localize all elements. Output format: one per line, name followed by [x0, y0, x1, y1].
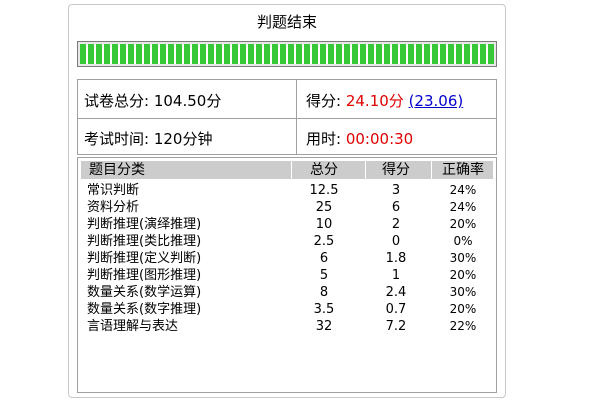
category-score: 2: [391, 217, 401, 232]
earned-score-label: 得分:: [306, 92, 342, 110]
stats-header: 题目分类 总分 得分 正确率: [81, 161, 493, 179]
category-rate: 30%: [449, 251, 477, 265]
category-score: 1: [391, 268, 401, 283]
summary-row-time: 考试时间: 120分钟 用时: 00:00:30: [78, 118, 496, 156]
category-name: 数量关系(数学运算): [87, 285, 202, 300]
table-row[interactable]: 判断推理(演绎推理) 10 2 20%: [81, 216, 493, 233]
table-row[interactable]: 判断推理(类比推理) 2.5 0 0%: [81, 233, 493, 250]
dialog-title: 判题结束: [256, 13, 317, 31]
category-stats-table[interactable]: 题目分类 总分 得分 正确率 常识判断 12.5 3 24% 资料分析 25 6 24% 判断推…: [77, 157, 497, 393]
header-score[interactable]: 得分: [371, 161, 421, 179]
category-total: 32: [315, 319, 333, 334]
elapsed-time-label: 用时:: [306, 130, 342, 148]
category-rate: 0%: [453, 234, 473, 248]
table-row[interactable]: 数量关系(数字推理) 3.5 0.7 20%: [81, 301, 493, 318]
exam-time-value: 120分钟: [153, 130, 213, 148]
progress-bar: [77, 41, 497, 67]
category-score: 0.7: [385, 302, 407, 317]
category-name: 数量关系(数字推理): [87, 302, 202, 317]
category-score: 7.2: [385, 319, 407, 334]
header-total[interactable]: 总分: [299, 161, 349, 179]
category-score: 0: [391, 234, 401, 249]
category-total: 3.5: [313, 302, 335, 317]
header-rate[interactable]: 正确率: [437, 161, 489, 179]
category-rate: 24%: [449, 200, 477, 214]
header-separator: [365, 161, 366, 179]
category-name: 判断推理(图形推理): [87, 268, 202, 283]
category-score: 3: [391, 183, 401, 198]
category-total: 6: [319, 251, 329, 266]
earned-score-link[interactable]: (23.06): [409, 92, 464, 110]
category-score: 1.8: [385, 251, 407, 266]
category-score: 2.4: [385, 285, 407, 300]
exam-time-label: 考试时间:: [84, 130, 150, 148]
category-total: 12.5: [309, 183, 339, 198]
category-total: 5: [319, 268, 329, 283]
category-name: 常识判断: [87, 183, 140, 198]
exam-time-cell: 考试时间: 120分钟: [84, 128, 212, 149]
category-name: 判断推理(定义判断): [87, 251, 202, 266]
category-score: 6: [391, 200, 401, 215]
category-total: 25: [315, 200, 333, 215]
result-dialog: 判题结束 试卷总分: 104.50分 得分: 24.10分 (23.06) 考试…: [68, 4, 506, 398]
table-row[interactable]: 判断推理(图形推理) 5 1 20%: [81, 267, 493, 284]
category-total: 2.5: [313, 234, 335, 249]
category-rate: 20%: [449, 217, 477, 231]
total-score-value: 104.50分: [153, 92, 222, 110]
summary-row-score: 试卷总分: 104.50分 得分: 24.10分 (23.06): [78, 80, 496, 119]
category-rate: 22%: [449, 319, 477, 333]
category-rate: 20%: [449, 268, 477, 282]
category-name: 言语理解与表达: [87, 319, 179, 334]
category-name: 判断推理(演绎推理): [87, 217, 202, 232]
category-total: 8: [319, 285, 329, 300]
elapsed-time-value: 00:00:30: [345, 130, 414, 148]
header-category[interactable]: 题目分类: [89, 161, 145, 179]
summary-panel: 试卷总分: 104.50分 得分: 24.10分 (23.06) 考试时间: 1…: [77, 79, 497, 155]
earned-score-cell: 得分: 24.10分 (23.06): [306, 90, 463, 111]
category-name: 资料分析: [87, 200, 140, 215]
earned-score-value: 24.10分: [345, 92, 404, 110]
total-score-cell: 试卷总分: 104.50分: [84, 90, 221, 111]
summary-divider: [296, 80, 297, 154]
progress-fill: [80, 44, 494, 64]
category-total: 10: [315, 217, 333, 232]
table-row[interactable]: 判断推理(定义判断) 6 1.8 30%: [81, 250, 493, 267]
table-row[interactable]: 言语理解与表达 32 7.2 22%: [81, 318, 493, 335]
header-separator: [431, 161, 432, 179]
total-score-label: 试卷总分:: [84, 92, 150, 110]
table-row[interactable]: 数量关系(数学运算) 8 2.4 30%: [81, 284, 493, 301]
table-row[interactable]: 常识判断 12.5 3 24%: [81, 182, 493, 199]
category-rate: 30%: [449, 285, 477, 299]
category-name: 判断推理(类比推理): [87, 234, 202, 249]
table-row[interactable]: 资料分析 25 6 24%: [81, 199, 493, 216]
elapsed-time-cell: 用时: 00:00:30: [306, 128, 413, 149]
header-separator: [291, 161, 292, 179]
category-rate: 24%: [449, 183, 477, 197]
category-rate: 20%: [449, 302, 477, 316]
